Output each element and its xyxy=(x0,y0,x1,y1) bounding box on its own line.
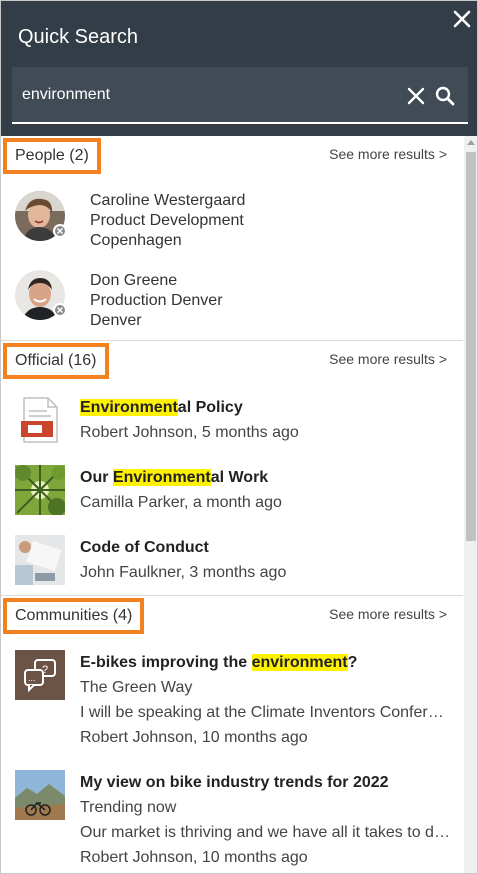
close-icon[interactable] xyxy=(451,8,473,30)
item-title-text: E-bikes improving the xyxy=(80,654,252,671)
official-section-header: Official (16) See more results > xyxy=(1,341,463,381)
quick-search-panel: Quick Search People (2) See more results… xyxy=(0,0,478,874)
presence-offline-icon xyxy=(53,224,67,238)
community-name: Trending now xyxy=(80,799,177,816)
panel-header: Quick Search xyxy=(1,1,477,136)
person-name: Don Greene xyxy=(90,272,178,289)
search-input[interactable] xyxy=(22,81,392,109)
svg-text:...: ... xyxy=(28,673,36,683)
item-meta: Robert Johnson, 5 months ago xyxy=(80,424,299,441)
item-meta: Robert Johnson, 10 months ago xyxy=(80,849,308,866)
clear-icon[interactable] xyxy=(406,86,426,106)
people-section-header: People (2) See more results > xyxy=(1,136,463,176)
document-icon xyxy=(15,395,65,445)
person-name: Caroline Westergaard xyxy=(90,192,246,209)
item-title-text: Our xyxy=(80,469,113,486)
post-excerpt: Our market is thriving and we have all i… xyxy=(80,824,450,841)
scroll-up-arrow-icon[interactable] xyxy=(467,140,475,145)
item-meta: Robert Johnson, 10 months ago xyxy=(80,729,308,746)
item-title-text: al Policy xyxy=(177,399,243,416)
official-see-more-link[interactable]: See more results > xyxy=(329,351,447,367)
communities-section-label: Communities (4) xyxy=(3,598,145,634)
official-section-label: Official (16) xyxy=(3,343,109,379)
forest-thumbnail xyxy=(15,465,65,515)
post-excerpt: I will be speaking at the Climate Invent… xyxy=(80,704,450,721)
search-results: People (2) See more results > Caroline W… xyxy=(1,136,477,873)
results-scrollbar[interactable] xyxy=(464,136,477,873)
item-title-text: My view on bike industry trends for 2022 xyxy=(80,774,389,791)
search-highlight: Environment xyxy=(112,469,211,486)
person-location: Denver xyxy=(90,312,142,329)
presence-offline-icon xyxy=(53,303,67,317)
scroll-thumb[interactable] xyxy=(466,152,476,541)
avatar xyxy=(15,191,67,241)
bike-landscape-thumbnail xyxy=(15,770,65,820)
communities-see-more-link[interactable]: See more results > xyxy=(329,606,447,622)
item-title-text: al Work xyxy=(210,469,269,486)
person-location: Copenhagen xyxy=(90,232,182,249)
desk-thumbnail xyxy=(15,535,65,585)
item-meta: Camilla Parker, a month ago xyxy=(80,494,282,511)
people-see-more-link[interactable]: See more results > xyxy=(329,146,447,162)
person-department: Product Development xyxy=(90,212,244,229)
search-icon[interactable] xyxy=(434,85,456,107)
community-name: The Green Way xyxy=(80,679,193,696)
panel-title: Quick Search xyxy=(18,26,139,48)
item-title-text: Code of Conduct xyxy=(80,539,209,556)
item-title-text: ? xyxy=(347,654,358,671)
item-meta: John Faulkner, 3 months ago xyxy=(80,564,287,581)
chat-bubbles-icon: ? ... xyxy=(15,650,65,700)
search-highlight: environment xyxy=(251,654,348,671)
people-section-label: People (2) xyxy=(3,138,101,174)
person-department: Production Denver xyxy=(90,292,223,309)
search-highlight: Environment xyxy=(80,399,178,416)
avatar xyxy=(15,270,67,320)
search-box xyxy=(12,67,468,124)
communities-section-header: Communities (4) See more results > xyxy=(1,596,463,636)
